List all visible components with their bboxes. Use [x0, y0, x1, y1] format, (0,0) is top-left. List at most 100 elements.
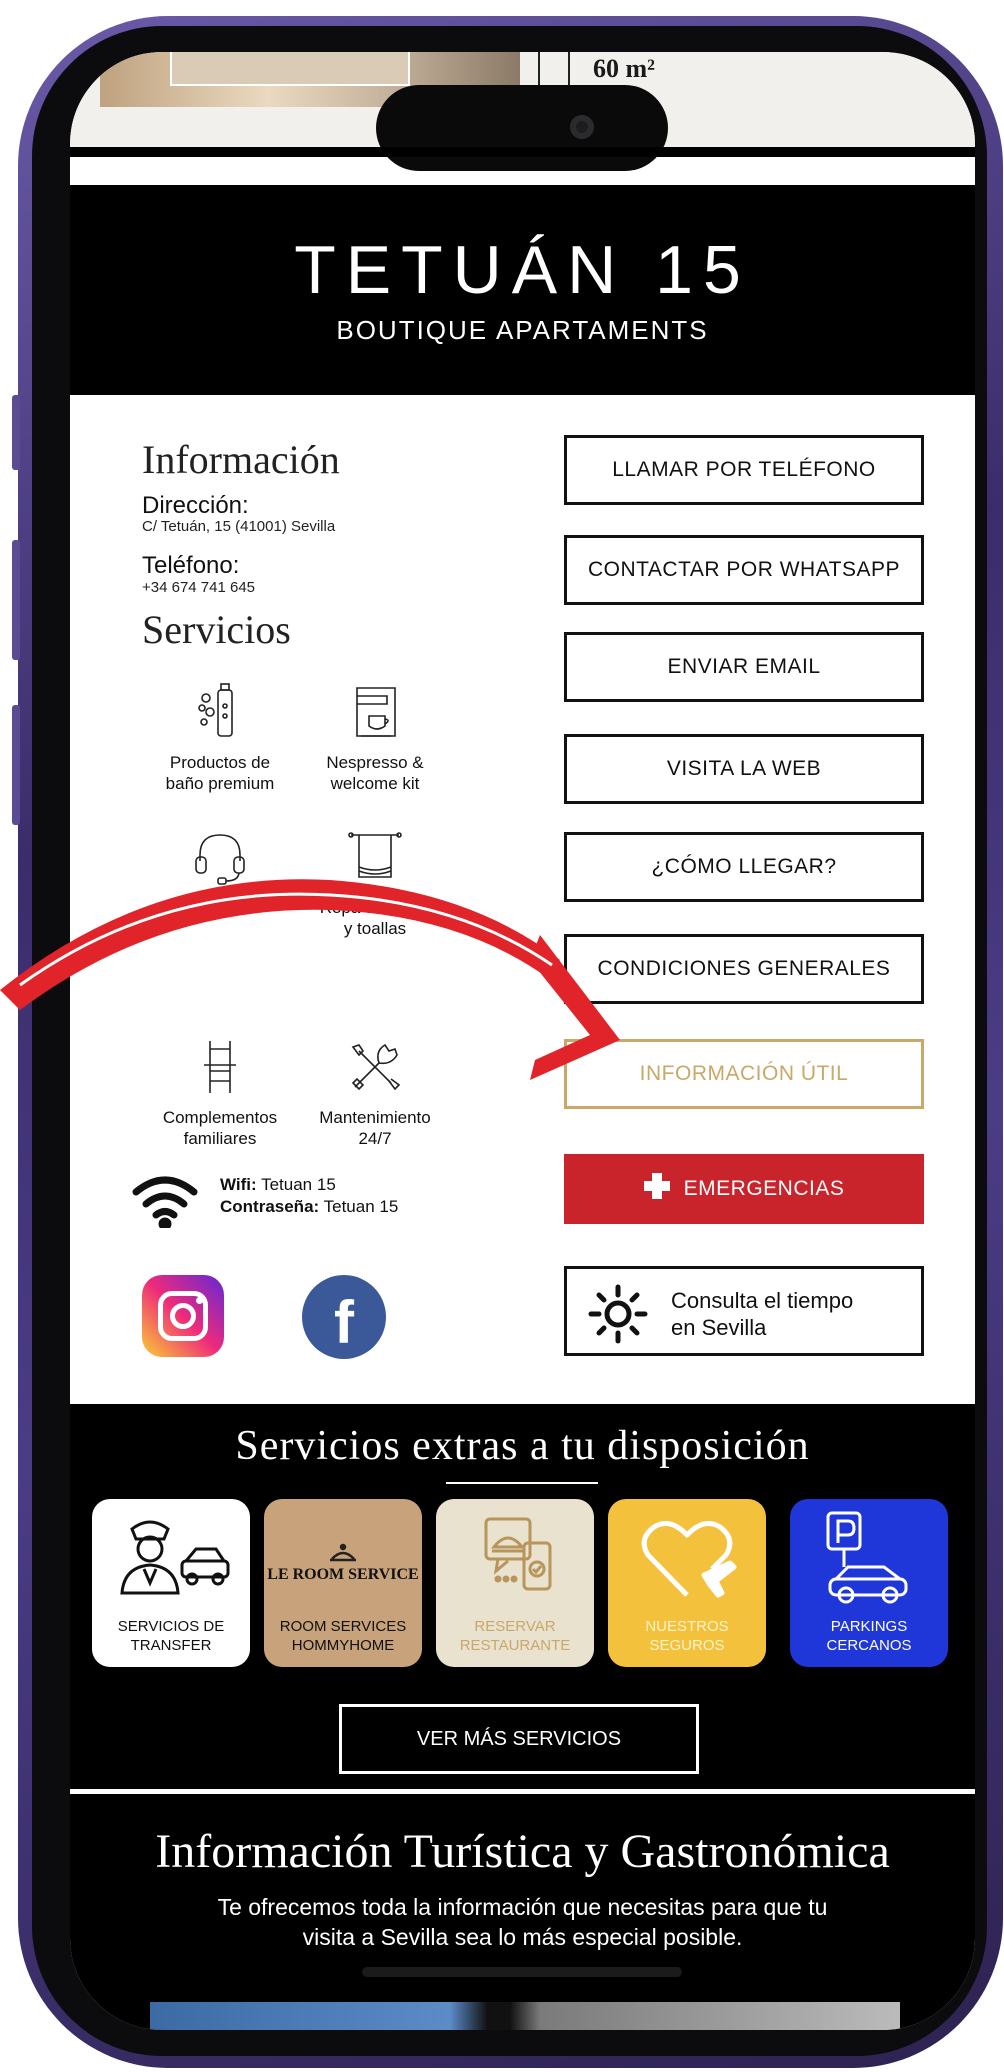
- service-family: Complementos familiares: [135, 1037, 305, 1149]
- camera-icon: [570, 115, 594, 139]
- instagram-icon[interactable]: [142, 1275, 224, 1357]
- service-label: Atención: [186, 898, 254, 917]
- weather-button[interactable]: Consulta el tiempo en Sevilla: [564, 1266, 924, 1356]
- card-label: SERVICIOS DE TRANSFER: [92, 1617, 250, 1655]
- card-label-line2: CERCANOS: [826, 1637, 912, 1654]
- card-label-line1: SERVICIOS DE: [117, 1618, 225, 1635]
- card-label: ROOM SERVICES HOMMYHOME: [264, 1617, 422, 1655]
- services-heading: Servicios: [142, 607, 291, 652]
- extras-section: Servicios extras a tu disposición SERVIC…: [70, 1404, 975, 1789]
- wifi-password-label: Contraseña:: [220, 1197, 320, 1216]
- tourism-section: Información Turística y Gastronómica Te …: [70, 1794, 975, 2030]
- card-transfer[interactable]: SERVICIOS DE TRANSFER: [92, 1499, 250, 1667]
- area-label: 60 m²: [593, 54, 655, 83]
- card-restaurant[interactable]: RESERVAR RESTAURANTE: [436, 1499, 594, 1667]
- call-button[interactable]: LLAMAR POR TELÉFONO: [564, 435, 924, 505]
- wifi-name: Tetuan 15: [261, 1175, 336, 1194]
- coffee-machine-icon: [356, 687, 396, 737]
- service-label: y toallas: [343, 919, 407, 938]
- volume-up-button: [12, 395, 20, 470]
- home-indicator: [362, 1967, 682, 1977]
- card-label-line1: ROOM SERVICES: [279, 1618, 407, 1635]
- facebook-icon[interactable]: f: [302, 1275, 386, 1359]
- emergencies-button[interactable]: EMERGENCIAS: [564, 1154, 924, 1224]
- room-service-logo: LE ROOM SERVICE: [267, 1566, 419, 1583]
- card-label: NUESTROS SEGUROS: [608, 1617, 766, 1655]
- info-heading: Información: [142, 437, 340, 482]
- service-label: Complementos: [162, 1108, 278, 1127]
- headset-icon: [195, 834, 245, 885]
- tourism-text-line2: visita a Sevilla sea lo más especial pos…: [302, 1924, 743, 1950]
- cloche-icon: [330, 1543, 356, 1562]
- service-label: baño premium: [165, 774, 275, 793]
- wifi-password: Tetuan 15: [323, 1197, 399, 1216]
- dynamic-island: [376, 85, 668, 171]
- card-label: RESERVAR RESTAURANTE: [436, 1617, 594, 1655]
- volume-button: [12, 705, 20, 825]
- site-header: TETUÁN 15 BOUTIQUE APARTAMENTS: [70, 185, 975, 395]
- high-chair-icon: [204, 1041, 236, 1093]
- service-label: Productos de: [169, 753, 271, 772]
- heart-plane-icon: [641, 1520, 737, 1598]
- card-parking[interactable]: PARKINGS CERCANOS: [790, 1499, 948, 1667]
- tools-icon: [351, 1043, 401, 1091]
- extras-title: Servicios extras a tu disposición: [235, 1423, 810, 1469]
- towel-icon: [348, 832, 402, 878]
- useful-info-button[interactable]: INFORMACIÓN ÚTIL: [564, 1039, 924, 1109]
- card-label-line2: RESTAURANTE: [459, 1637, 571, 1654]
- service-label: welcome kit: [330, 774, 420, 793]
- more-services-button[interactable]: VER MÁS SERVICIOS: [339, 1704, 699, 1774]
- wifi-name-label: Wifi:: [220, 1175, 257, 1194]
- toiletries-icon: [198, 683, 233, 737]
- order-icon: [484, 1517, 552, 1591]
- service-label: Mantenimiento: [319, 1108, 431, 1127]
- volume-down-button: [12, 540, 20, 660]
- chauffeur-icon: [120, 1520, 230, 1595]
- weather-label: Consulta el tiempo en Sevilla: [671, 1287, 911, 1341]
- service-maintenance: Mantenimiento 24/7: [290, 1037, 460, 1149]
- cross-icon: [643, 1173, 670, 1199]
- card-room-service[interactable]: LE ROOM SERVICE ROOM SERVICES HOMMYHOME: [264, 1499, 422, 1667]
- service-label: familiares: [183, 1129, 257, 1148]
- card-label-line2: SEGUROS: [649, 1637, 725, 1654]
- service-linens: Ropa de cama y toallas: [290, 827, 460, 939]
- website-button[interactable]: VISITA LA WEB: [564, 734, 924, 804]
- email-button[interactable]: ENVIAR EMAIL: [564, 632, 924, 702]
- divider-band: [70, 147, 975, 157]
- wifi-credentials: Wifi: Tetuan 15 Contraseña: Tetuan 15: [220, 1174, 480, 1218]
- emergencies-label: EMERGENCIAS: [683, 1177, 845, 1200]
- card-insurance[interactable]: NUESTROS SEGUROS: [608, 1499, 766, 1667]
- tourism-title: Información Turística y Gastronómica: [155, 1825, 890, 1878]
- service-toiletries: Productos de baño premium: [135, 682, 305, 794]
- extras-underline: [446, 1482, 598, 1484]
- page-title: TETUÁN 15: [294, 232, 751, 308]
- service-nespresso: Nespresso & welcome kit: [290, 682, 460, 794]
- card-label-line2: TRANSFER: [130, 1637, 212, 1654]
- service-label: Nespresso &: [326, 753, 424, 772]
- phone-screen: 60 m² TETUÁN 15 BOUTIQUE APARTAMENTS Inf…: [70, 52, 975, 2030]
- address-label: Dirección:: [142, 492, 249, 519]
- whatsapp-button[interactable]: CONTACTAR POR WHATSAPP: [564, 535, 924, 605]
- phone-label: Teléfono:: [142, 552, 240, 579]
- card-label: PARKINGS CERCANOS: [790, 1617, 948, 1655]
- phone-value: +34 674 741 645: [142, 579, 256, 596]
- card-label-line1: PARKINGS: [830, 1618, 908, 1635]
- tourism-text-line1: Te ofrecemos toda la información que nec…: [217, 1894, 828, 1920]
- card-label-line1: NUESTROS: [645, 1618, 729, 1635]
- wifi-icon: [132, 1176, 198, 1231]
- address-value: C/ Tetuán, 15 (41001) Sevilla: [142, 518, 336, 535]
- tourism-text: Te ofrecemos toda la información que nec…: [110, 1892, 935, 1952]
- page-subtitle: BOUTIQUE APARTAMENTS: [336, 315, 709, 345]
- weather-label-line2: en Sevilla: [671, 1315, 767, 1340]
- wifi-info: Wifi: Tetuan 15 Contraseña: Tetuan 15: [130, 1172, 398, 1233]
- service-label: 24/7: [358, 1129, 392, 1148]
- directions-button[interactable]: ¿CÓMO LLEGAR?: [564, 832, 924, 902]
- service-label: Ropa de cama: [319, 898, 431, 917]
- photo-frame: [170, 52, 410, 86]
- service-attention: Atención: [135, 827, 305, 918]
- card-label-line1: RESERVAR: [474, 1618, 556, 1635]
- card-label-line2: HOMMYHOME: [291, 1637, 395, 1654]
- weather-label-line1: Consulta el tiempo: [671, 1288, 854, 1313]
- conditions-button[interactable]: CONDICIONES GENERALES: [564, 934, 924, 1004]
- sun-icon: [588, 1284, 648, 1344]
